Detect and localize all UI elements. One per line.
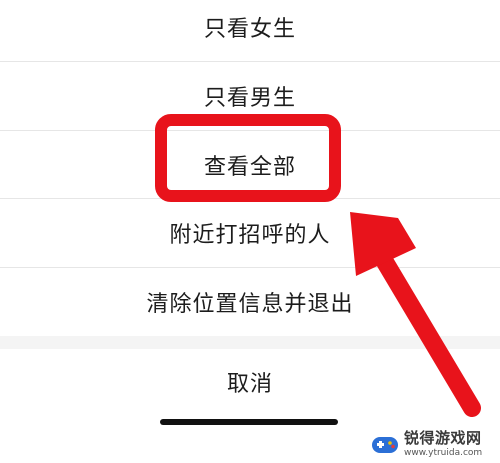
menu-item-label: 附近打招呼的人	[169, 223, 331, 248]
menu-item-label: 查看全部	[203, 154, 296, 180]
menu-item-male-only[interactable]: 只看男生	[0, 62, 500, 131]
home-indicator[interactable]	[160, 419, 338, 425]
menu-item-female-only[interactable]: 只看女生	[0, 0, 500, 62]
cancel-label: 取消	[226, 372, 273, 397]
section-divider	[0, 336, 500, 349]
menu-item-nearby-greetings[interactable]: 附近打招呼的人	[0, 199, 500, 268]
menu-item-view-all[interactable]: 查看全部	[0, 131, 500, 199]
gamepad-logo-icon	[372, 437, 398, 453]
watermark-url: www.ytruida.com	[404, 447, 483, 458]
watermark-title: 锐得游戏网	[404, 428, 482, 447]
menu-item-label: 只看男生	[203, 86, 296, 111]
action-sheet: 只看女生 只看男生 查看全部 附近打招呼的人 清除位置信息并退出 取消	[0, 0, 500, 463]
menu-item-label: 只看女生	[203, 16, 296, 42]
cancel-button[interactable]: 取消	[0, 349, 500, 415]
watermark: 锐得游戏网 www.ytruida.com	[370, 425, 500, 463]
menu-item-clear-location-exit[interactable]: 清除位置信息并退出	[0, 268, 500, 336]
menu-item-label: 清除位置信息并退出	[146, 292, 354, 317]
